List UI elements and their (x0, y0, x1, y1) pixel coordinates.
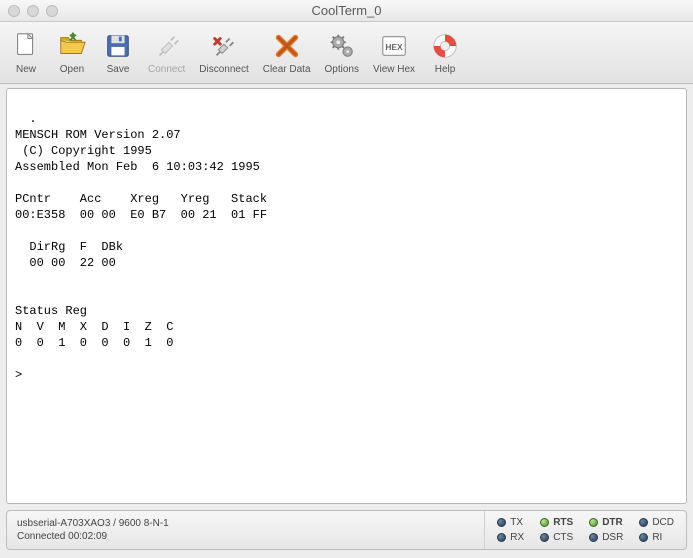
disconnect-label: Disconnect (199, 64, 248, 75)
x-clear-icon (271, 30, 303, 62)
led-indicator-icon (540, 533, 549, 542)
new-label: New (16, 64, 36, 75)
led-indicator-icon (589, 518, 598, 527)
clear-label: Clear Data (263, 64, 311, 75)
save-button[interactable]: Save (102, 30, 134, 75)
viewhex-label: View Hex (373, 64, 415, 75)
toolbar: New Open Save Connect Disconnect Clear Data Op… (0, 22, 693, 84)
lifesaver-icon (429, 30, 461, 62)
window-title: CoolTerm_0 (0, 3, 693, 18)
clear-button[interactable]: Clear Data (263, 30, 311, 75)
plug-connect-icon (151, 30, 183, 62)
led-label: CTS (553, 532, 573, 543)
terminal-output[interactable]: . MENSCH ROM Version 2.07 (C) Copyright … (6, 88, 687, 504)
status-connection: usbserial-A703XAO3 / 9600 8-N-1 Connecte… (7, 511, 484, 549)
led-indicator-icon (639, 533, 648, 542)
file-new-icon (10, 30, 42, 62)
led-indicator-icon (639, 518, 648, 527)
floppy-save-icon (102, 30, 134, 62)
save-label: Save (107, 64, 130, 75)
led-indicator-icon (497, 533, 506, 542)
led-label: RX (510, 532, 524, 543)
help-label: Help (435, 64, 456, 75)
folder-open-icon (56, 30, 88, 62)
window-close-button[interactable] (8, 5, 20, 17)
open-button[interactable]: Open (56, 30, 88, 75)
hex-icon: HEX (378, 30, 410, 62)
status-port: usbserial-A703XAO3 / 9600 8-N-1 (17, 518, 474, 529)
led-tx: TX (497, 517, 524, 528)
connect-label: Connect (148, 64, 185, 75)
svg-text:HEX: HEX (385, 42, 403, 52)
led-indicator-icon (589, 533, 598, 542)
gears-icon (326, 30, 358, 62)
help-button[interactable]: Help (429, 30, 461, 75)
led-indicator-icon (497, 518, 506, 527)
led-label: RTS (553, 517, 573, 528)
led-rx: RX (497, 532, 524, 543)
status-bar: usbserial-A703XAO3 / 9600 8-N-1 Connecte… (6, 510, 687, 550)
status-time: Connected 00:02:09 (17, 531, 474, 542)
window-minimize-button[interactable] (27, 5, 39, 17)
terminal-text: . MENSCH ROM Version 2.07 (C) Copyright … (15, 112, 267, 382)
led-label: DCD (652, 517, 674, 528)
led-label: DTR (602, 517, 623, 528)
led-dsr: DSR (589, 532, 623, 543)
new-button[interactable]: New (10, 30, 42, 75)
open-label: Open (60, 64, 84, 75)
led-ri: RI (639, 532, 674, 543)
options-label: Options (325, 64, 359, 75)
led-label: RI (652, 532, 662, 543)
led-dtr[interactable]: DTR (589, 517, 623, 528)
plug-disconnect-icon (208, 30, 240, 62)
viewhex-button[interactable]: HEX View Hex (373, 30, 415, 75)
titlebar: CoolTerm_0 (0, 0, 693, 22)
window-zoom-button[interactable] (46, 5, 58, 17)
led-cts: CTS (540, 532, 573, 543)
led-label: DSR (602, 532, 623, 543)
led-dcd: DCD (639, 517, 674, 528)
connect-button: Connect (148, 30, 185, 75)
status-leds: TX RTS DTR DCD RX CTS DSR RI (484, 511, 686, 549)
options-button[interactable]: Options (325, 30, 359, 75)
led-rts[interactable]: RTS (540, 517, 573, 528)
disconnect-button[interactable]: Disconnect (199, 30, 248, 75)
led-label: TX (510, 517, 523, 528)
led-indicator-icon (540, 518, 549, 527)
